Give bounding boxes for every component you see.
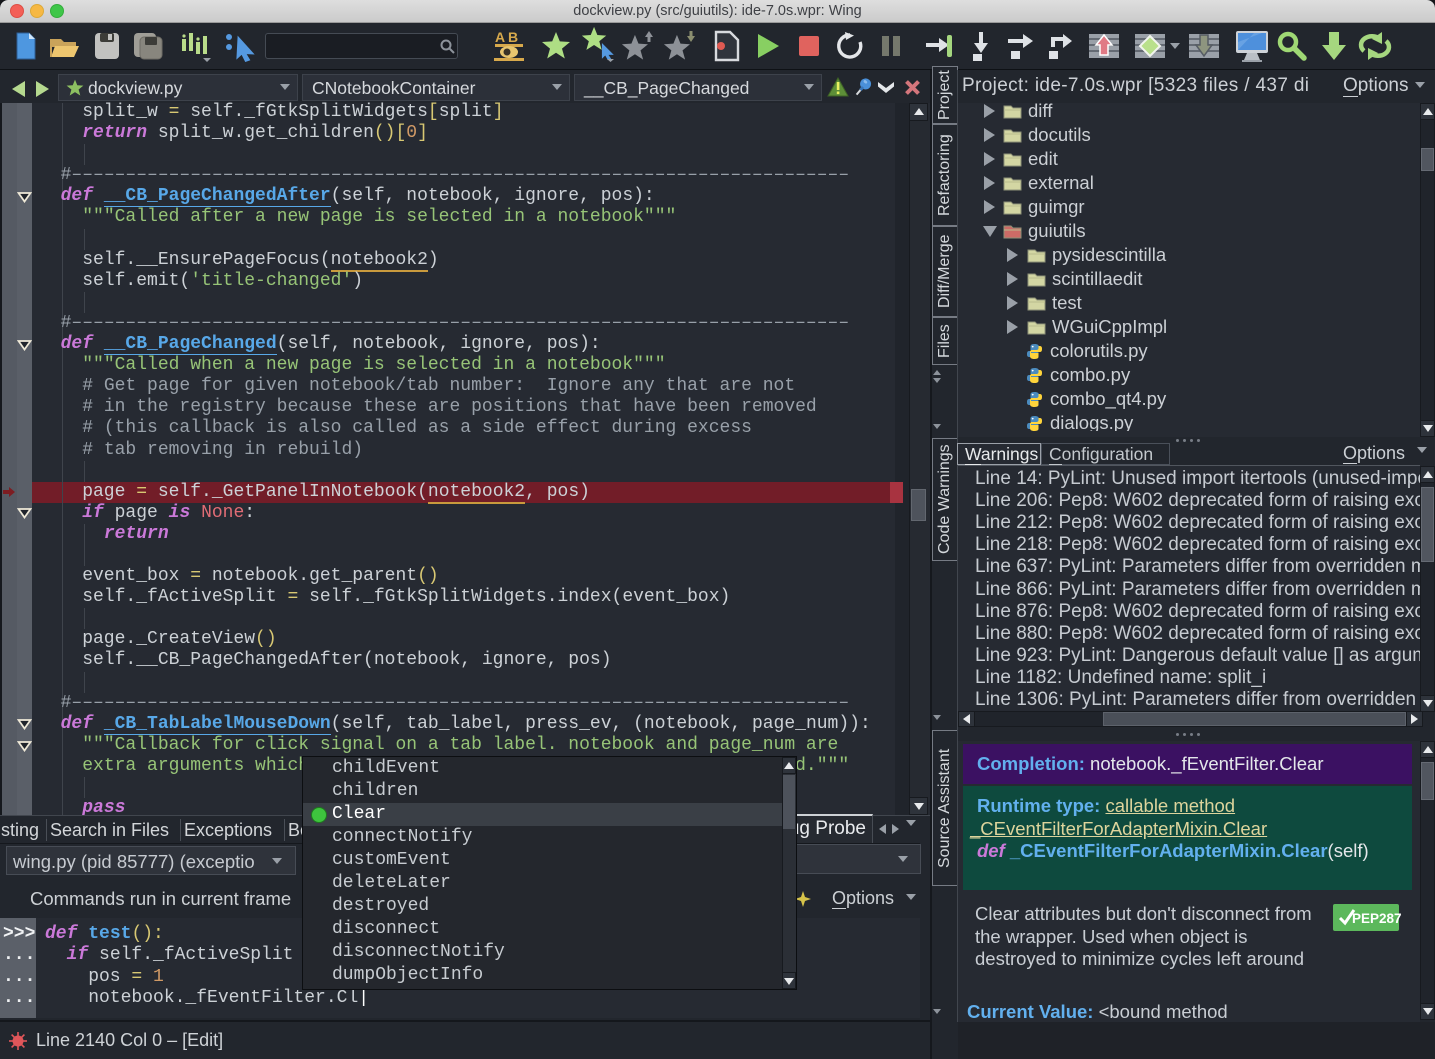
svg-text:A: A bbox=[495, 29, 505, 45]
svg-text:B: B bbox=[508, 29, 518, 45]
